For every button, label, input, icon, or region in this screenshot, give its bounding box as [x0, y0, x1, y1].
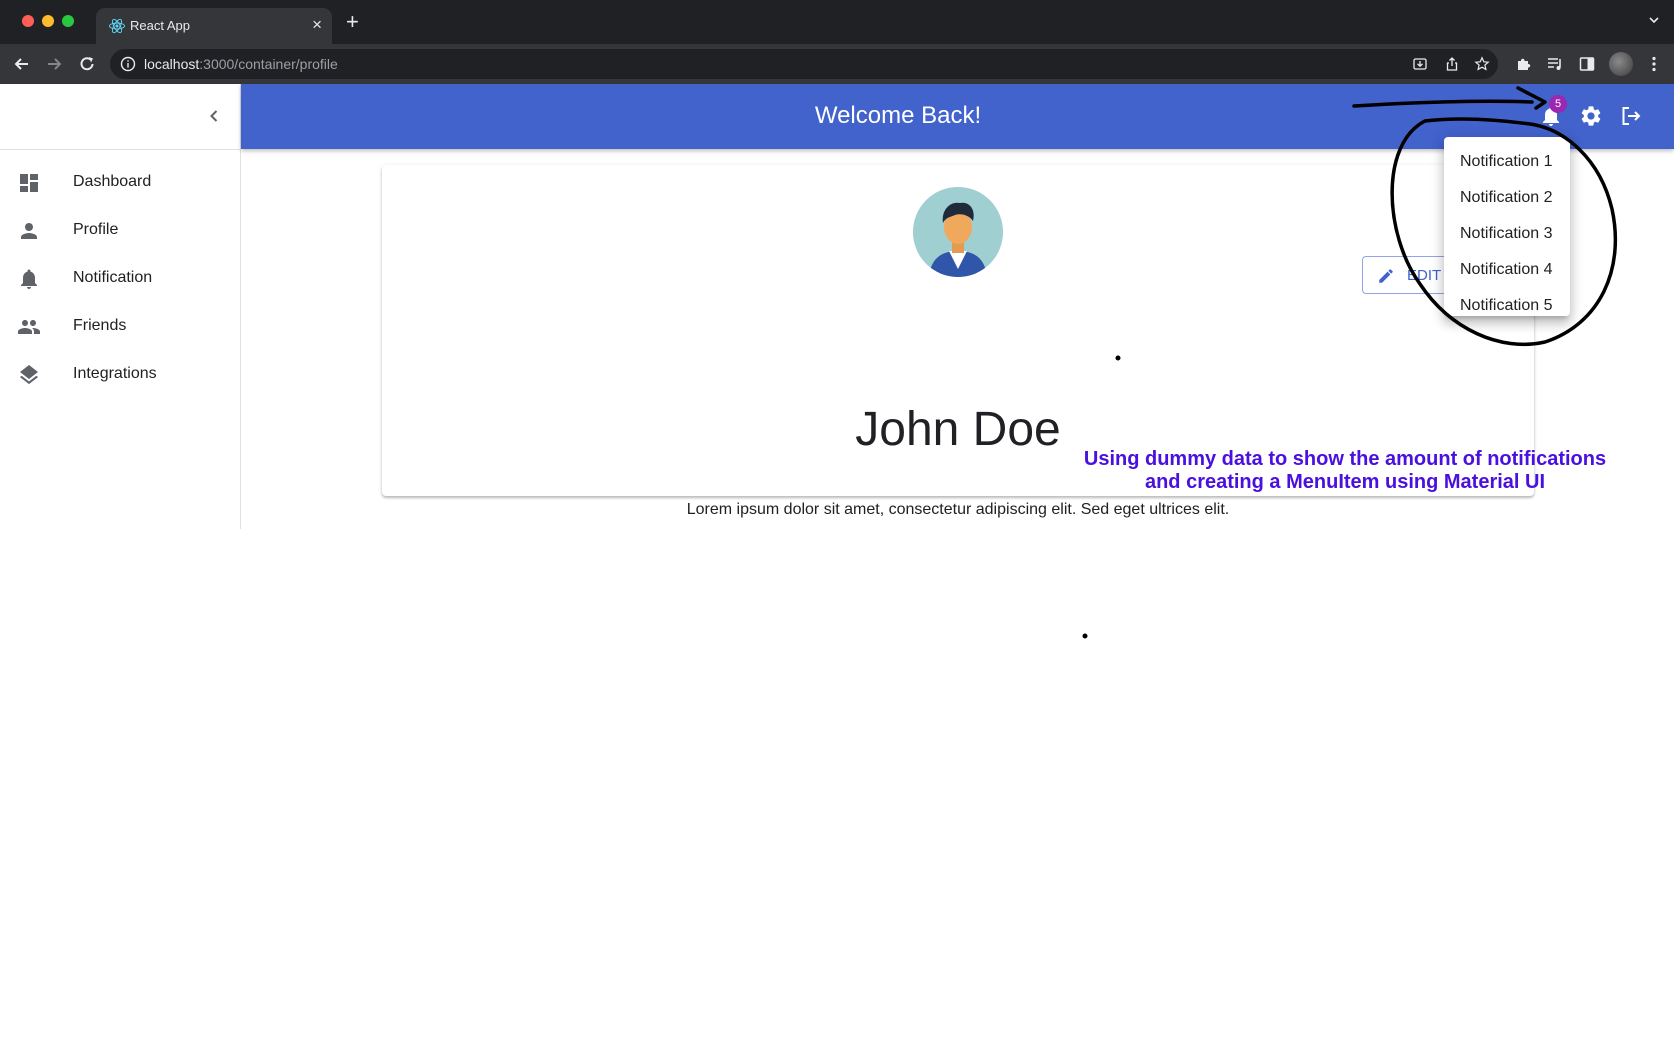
sidebar-item-label: Dashboard: [73, 173, 152, 190]
layers-icon: [20, 365, 38, 385]
logout-icon[interactable]: [1619, 104, 1643, 128]
sidebar-item-friends[interactable]: Friends: [0, 303, 240, 351]
side-panel-icon[interactable]: [1578, 55, 1596, 73]
tab-close-icon[interactable]: ×: [312, 15, 322, 35]
dashboard-icon: [20, 174, 38, 192]
menu-item[interactable]: Notification 2: [1444, 180, 1570, 216]
menu-item[interactable]: Notification 4: [1444, 252, 1570, 288]
menu-item[interactable]: Notification 5: [1444, 288, 1570, 324]
annotation-dot: [1082, 633, 1088, 639]
sidebar: Dashboard Profile Notification Friends I…: [0, 84, 241, 529]
avatar: [913, 187, 1003, 277]
bookmark-star-icon[interactable]: [1474, 56, 1490, 72]
sidebar-header: [0, 84, 240, 150]
profile-bio: Lorem ipsum dolor sit amet, consectetur …: [686, 501, 1230, 518]
close-window-button[interactable]: [22, 15, 34, 27]
page-viewport: Dashboard Profile Notification Friends I…: [0, 84, 1674, 1051]
pencil-icon: [1379, 269, 1393, 283]
forward-arrow-icon[interactable]: [44, 54, 64, 74]
sidebar-item-label: Notification: [73, 269, 153, 286]
page-title: Welcome Back!: [814, 102, 982, 129]
address-bar[interactable]: localhost:3000/container/profile: [110, 49, 1498, 79]
url-path: :3000/container/profile: [199, 56, 338, 72]
tab-search-chevron-icon[interactable]: [1648, 14, 1660, 26]
url-host: localhost: [144, 56, 200, 72]
new-tab-button[interactable]: +: [346, 11, 359, 33]
annotation-line: Using dummy data to show the amount of n…: [1083, 448, 1607, 470]
reload-icon[interactable]: [77, 54, 97, 74]
sidebar-item-integrations[interactable]: Integrations: [0, 351, 240, 399]
annotation-line: and creating a MenuItem using Material U…: [1144, 471, 1546, 493]
notification-menu: Notification 1 Notification 2 Notificati…: [1444, 137, 1570, 316]
sidebar-item-profile[interactable]: Profile: [0, 207, 240, 255]
sidebar-item-label: Profile: [73, 221, 119, 238]
annotation-caption: Using dummy data to show the amount of n…: [1078, 448, 1612, 494]
browser-tab[interactable]: React App ×: [96, 8, 332, 44]
extensions-puzzle-icon[interactable]: [1515, 55, 1533, 73]
profile-card: EDIT John Doe Lorem ipsum dolor sit amet…: [382, 165, 1534, 518]
settings-gear-icon[interactable]: [1579, 104, 1603, 128]
minimize-window-button[interactable]: [42, 15, 54, 27]
people-icon: [18, 320, 40, 334]
site-info-icon[interactable]: [120, 56, 136, 72]
menu-item[interactable]: Notification 3: [1444, 216, 1570, 252]
share-icon[interactable]: [1444, 56, 1460, 72]
maximize-window-button[interactable]: [62, 15, 74, 27]
sidebar-item-label: Friends: [73, 317, 127, 334]
browser-profile-avatar[interactable]: [1609, 52, 1633, 76]
media-queue-icon[interactable]: [1546, 55, 1564, 73]
chevron-left-icon[interactable]: [202, 104, 226, 128]
url-text: localhost:3000/container/profile: [144, 56, 338, 72]
notification-count-badge: 5: [1549, 95, 1567, 113]
menu-item[interactable]: Notification 1: [1444, 144, 1570, 180]
person-icon: [21, 223, 37, 239]
browser-toolbar: localhost:3000/container/profile: [0, 44, 1674, 84]
bell-icon: [21, 269, 37, 289]
sidebar-item-dashboard[interactable]: Dashboard: [0, 159, 240, 207]
browser-tabstrip: React App × +: [0, 0, 1674, 44]
tab-title: React App: [130, 18, 190, 33]
browser-menu-icon[interactable]: [1645, 55, 1663, 73]
react-logo-icon: [109, 18, 125, 34]
back-arrow-icon[interactable]: [12, 54, 32, 74]
person-avatar-icon: [913, 187, 1003, 277]
sidebar-item-notification[interactable]: Notification: [0, 255, 240, 303]
edit-button-label: EDIT: [1407, 267, 1442, 284]
install-app-icon[interactable]: [1412, 56, 1428, 72]
sidebar-nav: Dashboard Profile Notification Friends I…: [0, 150, 240, 399]
sidebar-item-label: Integrations: [73, 365, 157, 382]
